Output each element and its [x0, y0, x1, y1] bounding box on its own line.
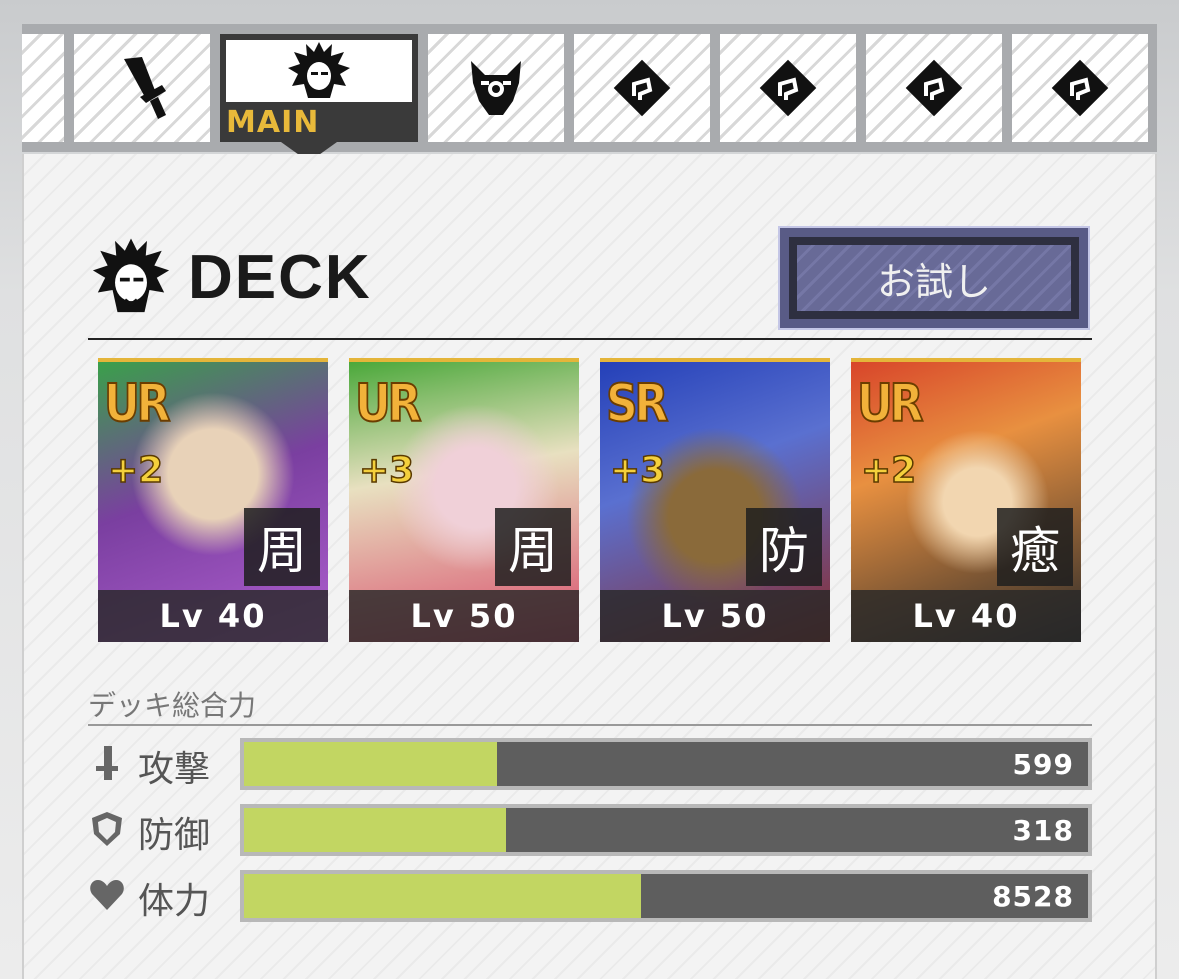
stat-bar-fill: [244, 808, 506, 852]
stat-value: 8528: [992, 880, 1074, 913]
tab-sword[interactable]: [74, 34, 210, 142]
deck-power-divider: [88, 724, 1092, 726]
deck-divider: [88, 338, 1092, 340]
locked-emblem-icon: [905, 59, 963, 117]
character-card[interactable]: UR +2 癒 Lv 40: [851, 358, 1081, 642]
tab-demon[interactable]: [428, 34, 564, 142]
character-card[interactable]: UR +2 周 Lv 40: [98, 358, 328, 642]
stat-bar-fill: [244, 874, 641, 918]
tab-locked-1[interactable]: [574, 34, 710, 142]
card-rarity: UR: [103, 373, 171, 435]
stat-value: 599: [1012, 748, 1074, 781]
card-level: Lv 40: [98, 590, 328, 642]
stat-bar: 8528: [240, 870, 1092, 922]
locked-emblem-icon: [613, 59, 671, 117]
character-card[interactable]: UR +3 周 Lv 50: [349, 358, 579, 642]
shield-icon: [92, 812, 122, 846]
card-plus: +3: [358, 449, 415, 492]
main-tab-label: MAIN: [226, 105, 320, 140]
card-role-badge: 癒: [997, 508, 1073, 586]
card-plus: +2: [860, 449, 917, 492]
locked-emblem-icon: [1051, 59, 1109, 117]
warrior-head-icon: [92, 238, 170, 313]
tab-locked-3[interactable]: [866, 34, 1002, 142]
card-level: Lv 50: [349, 590, 579, 642]
deck-tab-bar: MAIN: [22, 24, 1157, 152]
card-role-badge: 周: [244, 508, 320, 586]
sword-icon: [96, 746, 118, 780]
deck-title: DECK: [188, 243, 372, 312]
tab-main[interactable]: MAIN: [220, 34, 418, 142]
card-plus: +3: [609, 449, 666, 492]
tab-locked-4[interactable]: [1012, 34, 1148, 142]
stat-bar: 318: [240, 804, 1092, 856]
deck-power-label: デッキ総合力: [88, 689, 257, 722]
card-role-badge: 防: [746, 508, 822, 586]
try-button-label: お試し: [876, 259, 991, 304]
card-plus: +2: [107, 449, 164, 492]
stat-row-hp: 体力 8528: [88, 870, 1092, 922]
stat-bar-fill: [244, 742, 498, 786]
heart-icon: [90, 880, 124, 910]
deck-header: DECK お試し: [88, 226, 1092, 340]
stat-row-defense: 防御 318: [88, 804, 1092, 856]
try-button[interactable]: お試し: [778, 226, 1090, 330]
tab-main-icon-area: [226, 40, 412, 102]
card-level: Lv 50: [600, 590, 830, 642]
card-role-badge: 周: [495, 508, 571, 586]
sword-icon: [124, 57, 166, 119]
card-rarity: UR: [354, 373, 422, 435]
warrior-head-icon: [288, 42, 350, 98]
stat-name: 攻撃: [138, 749, 211, 790]
stat-name: 体力: [138, 881, 211, 922]
stat-value: 318: [1012, 814, 1074, 847]
locked-emblem-icon: [759, 59, 817, 117]
stat-bar: 599: [240, 738, 1092, 790]
character-card[interactable]: SR +3 防 Lv 50: [600, 358, 830, 642]
tab-partial[interactable]: [22, 34, 64, 142]
stat-row-attack: 攻撃 599: [88, 738, 1092, 790]
tab-locked-2[interactable]: [720, 34, 856, 142]
card-level: Lv 40: [851, 590, 1081, 642]
demon-mask-icon: [471, 61, 521, 115]
card-rarity: UR: [856, 373, 924, 435]
card-rarity: SR: [605, 373, 669, 435]
stat-name: 防御: [138, 815, 211, 856]
